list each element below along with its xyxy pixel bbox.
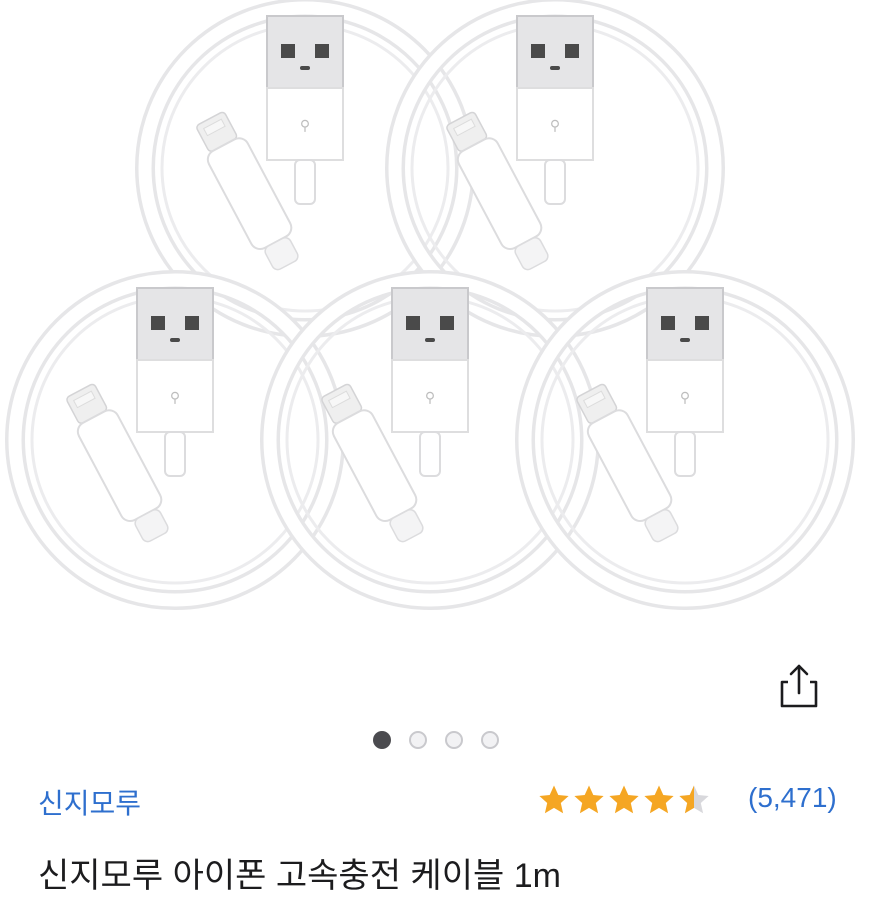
carousel-dot-1[interactable] (373, 731, 391, 749)
star-icon (609, 785, 639, 814)
star-rating[interactable] (538, 782, 738, 818)
half-star-icon (679, 785, 709, 814)
star-icon (539, 785, 569, 814)
star-icon (644, 785, 674, 814)
carousel-indicator (0, 728, 872, 754)
star-icon (574, 785, 604, 814)
carousel-dot-3[interactable] (445, 731, 463, 749)
share-icon (780, 664, 818, 708)
product-title: 신지모루 아이폰 고속충전 케이블 1m (38, 857, 561, 895)
brand-link[interactable]: 신지모루 (38, 782, 141, 822)
share-button[interactable] (774, 660, 824, 712)
carousel-dot-2[interactable] (409, 731, 427, 749)
carousel-dot-4[interactable] (481, 731, 499, 749)
review-count[interactable]: (5,471) (748, 782, 837, 814)
product-image[interactable]: ⚲ (0, 0, 872, 660)
